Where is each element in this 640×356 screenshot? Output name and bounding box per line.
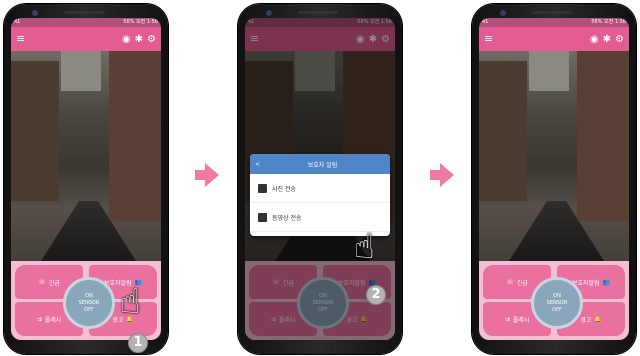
- phone-screen-1: 41 56% 오전 1:56 ≡ ◉ ✱ ⚙ ☏ 긴급 보호자알림 👥 ⇉ 폴레시 경…: [4, 4, 168, 354]
- tap-hand-icon: ☝: [354, 227, 375, 267]
- status-right: 56% 오전 1:56: [123, 19, 158, 25]
- status-bar: 41 56% 오전 1:56: [479, 18, 629, 27]
- arrow-right-icon: [430, 163, 454, 187]
- share-icon[interactable]: ✱: [135, 34, 143, 45]
- status-left: 41: [14, 19, 21, 25]
- speaker-grille: [64, 11, 104, 14]
- tap-hand-icon: ☝: [120, 282, 141, 322]
- bell-icon: 🔔: [594, 315, 602, 323]
- guardian-alarm-dialog: < 보호자 알림 사진 전송 동영상 전송: [250, 154, 390, 236]
- app-screen: 41 56% 오전 1:56 ≡ ◉ ✱ ⚙ ☏ 긴급 보호자알림 👥 ⇉ 폴레시 경…: [479, 18, 629, 340]
- sensor-toggle[interactable]: ON SENSOR OFF: [531, 277, 583, 329]
- share-icon[interactable]: ✱: [603, 34, 611, 45]
- sensor-toggle[interactable]: ON SENSOR OFF: [63, 277, 115, 329]
- menu-icon[interactable]: ≡: [484, 27, 493, 51]
- video-icon: [258, 212, 267, 222]
- step-badge-1: 1: [128, 333, 148, 353]
- send-photo-item[interactable]: 사진 전송: [250, 174, 390, 203]
- status-bar: 41 56% 오전 1:56: [11, 18, 161, 27]
- phone-icon: ☏: [506, 278, 514, 286]
- step-badge-2: 2: [366, 285, 386, 305]
- siren-icon: ⇉: [504, 315, 510, 323]
- app-bar: ≡ ◉ ✱ ⚙: [479, 27, 629, 51]
- arrow-right-icon: [195, 163, 219, 187]
- menu-icon[interactable]: ≡: [16, 27, 25, 51]
- settings-icon[interactable]: ⚙: [147, 34, 156, 45]
- app-bar: ≡ ◉ ✱ ⚙: [11, 27, 161, 51]
- people-icon: 👥: [602, 278, 611, 286]
- wifi-icon[interactable]: ◉: [590, 34, 599, 45]
- dialog-title: 보호자 알림: [307, 161, 338, 169]
- phone-screen-3: 41 56% 오전 1:56 ≡ ◉ ✱ ⚙ ☏ 긴급 보호자알림 👥 ⇉ 폴레시 경…: [472, 4, 636, 354]
- camera-feed: [479, 51, 629, 261]
- settings-icon[interactable]: ⚙: [615, 34, 624, 45]
- phone-icon: ☏: [38, 278, 46, 286]
- siren-icon: ⇉: [36, 315, 42, 323]
- dialog-header: < 보호자 알림: [250, 154, 390, 174]
- wifi-icon[interactable]: ◉: [122, 34, 131, 45]
- control-pad: ☏ 긴급 보호자알림 👥 ⇉ 폴레시 경고 🔔 ON SENSOR OFF: [479, 261, 629, 340]
- photo-icon: [258, 183, 267, 193]
- front-camera: [32, 10, 38, 16]
- camera-feed: [11, 51, 161, 261]
